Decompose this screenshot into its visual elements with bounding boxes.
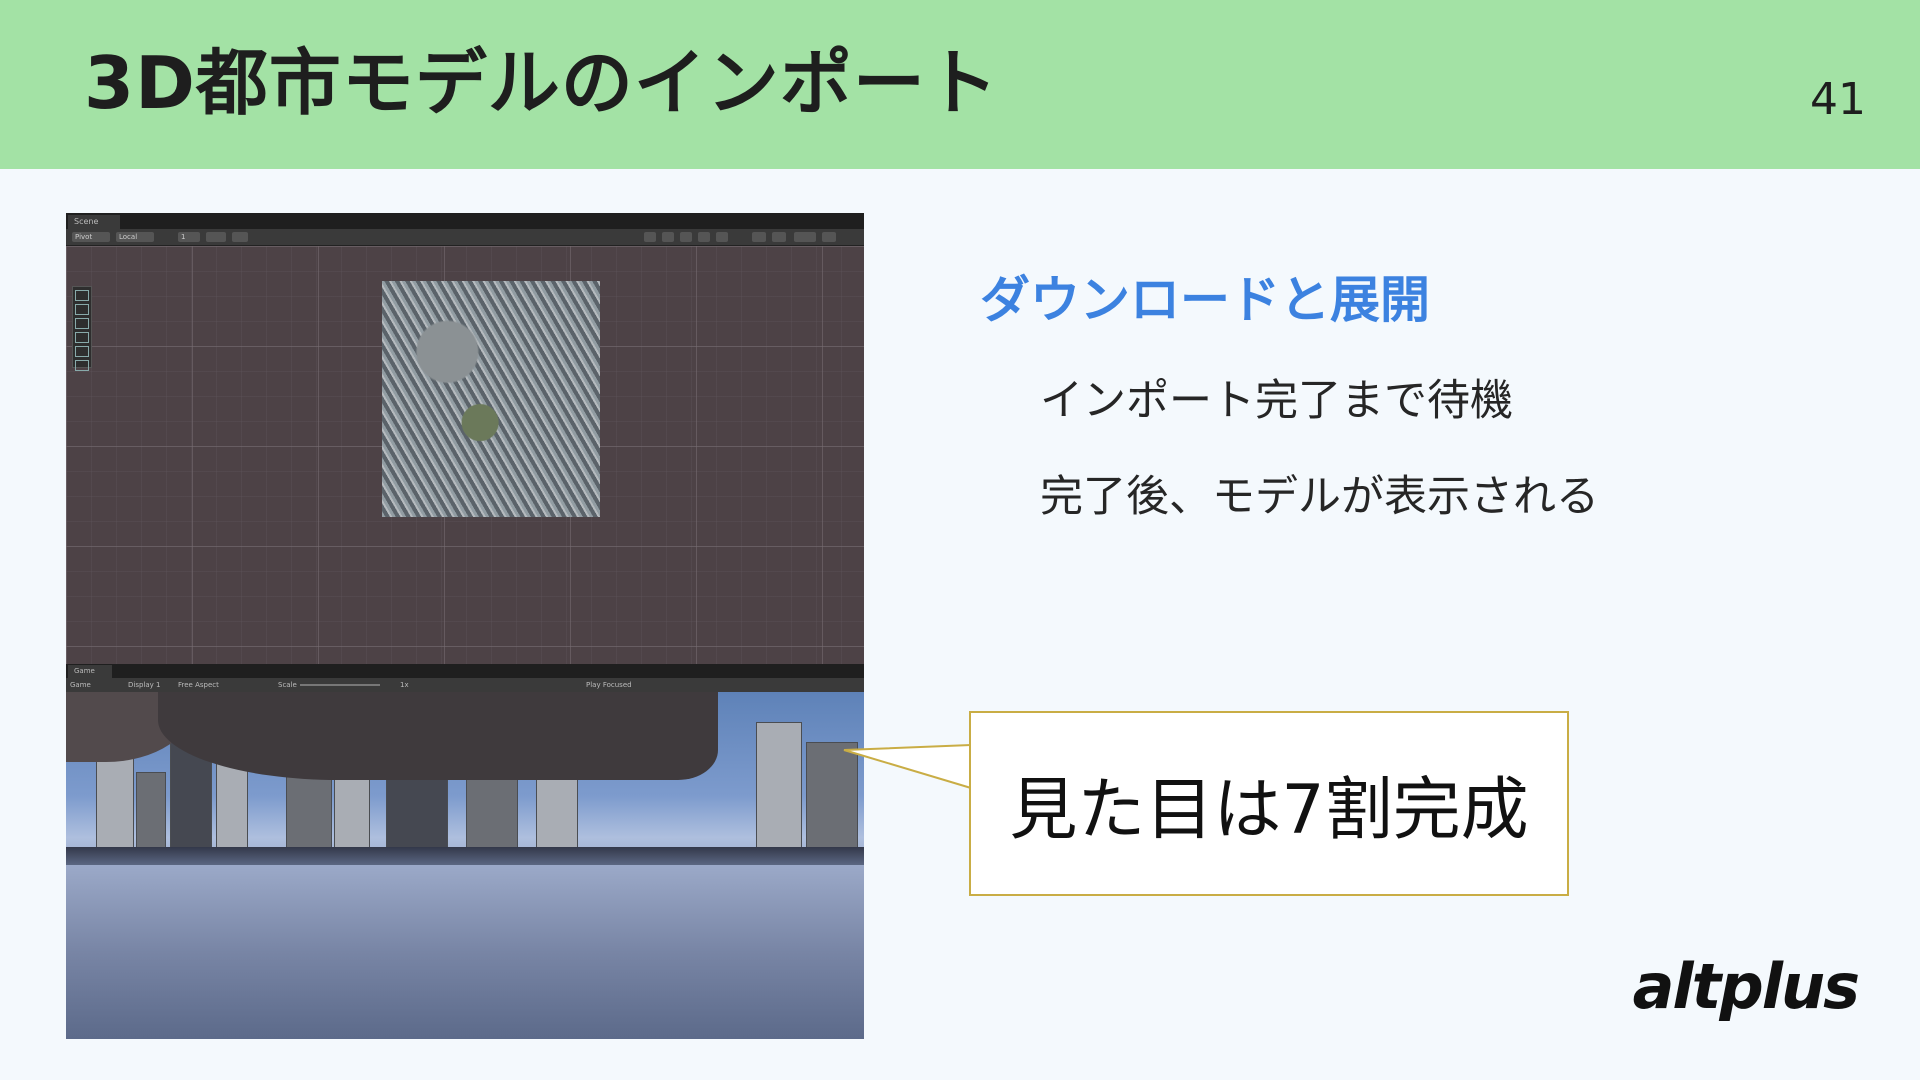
search-icon[interactable]: [822, 232, 836, 242]
scene-tab[interactable]: Scene: [68, 215, 120, 229]
play-mode-dropdown[interactable]: Play Focused: [586, 678, 632, 692]
snap-icon[interactable]: [206, 232, 226, 242]
building: [536, 772, 578, 854]
camera-icon[interactable]: [772, 232, 786, 242]
scale-slider[interactable]: [300, 684, 380, 686]
page-number: 41: [1810, 74, 1866, 125]
game-mode-dropdown[interactable]: Game: [70, 678, 91, 692]
move-tool-icon[interactable]: [75, 304, 89, 315]
grid-snap-field[interactable]: 1: [178, 232, 200, 242]
section-heading: ダウンロードと展開: [980, 271, 1430, 329]
game-tab-bar: Game: [66, 664, 864, 678]
callout-pointer: [843, 744, 972, 789]
draw-mode-icon[interactable]: [644, 232, 656, 242]
city-model-aerial-view: [382, 281, 600, 517]
audio-icon[interactable]: [698, 232, 710, 242]
rotate-tool-icon[interactable]: [75, 318, 89, 329]
transform-tool-icon[interactable]: [75, 360, 89, 371]
scene-view[interactable]: [66, 246, 864, 697]
2d-toggle-icon[interactable]: [662, 232, 674, 242]
pivot-button[interactable]: Pivot: [72, 232, 110, 242]
scene-toolbar: Pivot Local 1: [66, 229, 864, 246]
scale-label: Scale: [278, 681, 297, 689]
grid-icon[interactable]: [232, 232, 248, 242]
bullet-item: インポート完了まで待機: [1040, 376, 1513, 426]
callout-box: 見た目は7割完成: [969, 711, 1569, 896]
slide-header: 3D都市モデルのインポート 41: [0, 0, 1920, 169]
hidden-objects-icon[interactable]: [752, 232, 766, 242]
building: [96, 752, 134, 854]
display-dropdown[interactable]: Display 1: [128, 678, 160, 692]
hand-tool-icon[interactable]: [75, 290, 89, 301]
local-button[interactable]: Local: [116, 232, 154, 242]
slide-title: 3D都市モデルのインポート: [84, 41, 999, 125]
lighting-icon[interactable]: [680, 232, 692, 242]
terrain-overhang: [158, 692, 718, 780]
effects-icon[interactable]: [716, 232, 728, 242]
gizmos-icon[interactable]: [794, 232, 816, 242]
building: [756, 722, 802, 854]
game-tab[interactable]: Game: [68, 665, 112, 678]
unity-editor-screenshot: Scene Pivot Local 1 Game Game Display 1 …: [66, 213, 864, 1039]
scale-value: 1x: [400, 681, 409, 689]
street-level: [66, 847, 864, 865]
bullet-item: 完了後、モデルが表示される: [1040, 472, 1599, 522]
rect-tool-icon[interactable]: [75, 346, 89, 357]
altplus-logo: altplus: [1632, 950, 1860, 1023]
scale-tool-icon[interactable]: [75, 332, 89, 343]
game-view[interactable]: [66, 692, 864, 1039]
aspect-dropdown[interactable]: Free Aspect: [178, 678, 219, 692]
scene-tab-bar: Scene: [66, 213, 864, 229]
game-toolbar: Game Display 1 Free Aspect Scale 1x Play…: [66, 678, 864, 692]
callout-text: 見た目は7割完成: [1009, 771, 1529, 850]
building: [136, 772, 166, 854]
tool-palette: [72, 286, 92, 371]
